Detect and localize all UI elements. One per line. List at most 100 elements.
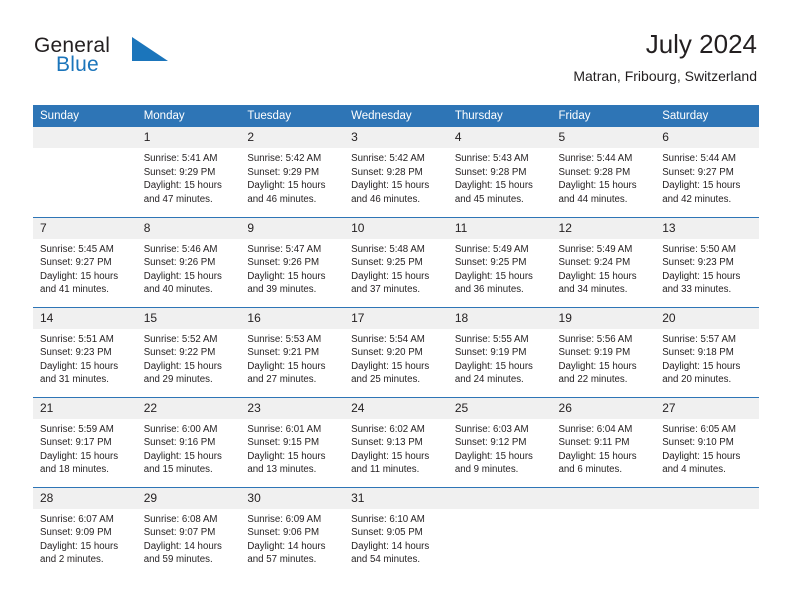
day-number: 2 [240, 127, 345, 148]
calendar-day-cell[interactable]: 22 Sunrise: 6:00 AM Sunset: 9:16 PM Dayl… [136, 396, 241, 487]
calendar-day-cell[interactable]: 10 Sunrise: 5:48 AM Sunset: 9:25 PM Dayl… [344, 216, 448, 307]
calendar-day-cell[interactable]: 26 Sunrise: 6:04 AM Sunset: 9:11 PM Dayl… [551, 396, 656, 487]
calendar-day-cell[interactable]: 25 Sunrise: 6:03 AM Sunset: 9:12 PM Dayl… [447, 396, 552, 487]
sunset-text: Sunset: 9:19 PM [558, 347, 631, 359]
calendar-day-cell[interactable]: 6 Sunrise: 5:44 AM Sunset: 9:27 PM Dayli… [655, 127, 759, 217]
daylight-text-line1: Daylight: 15 hours [247, 360, 326, 372]
day-details: Sunrise: 5:46 AM Sunset: 9:26 PM Dayligh… [137, 239, 241, 297]
sunrise-text: Sunrise: 5:54 AM [351, 333, 425, 345]
calendar-day-cell[interactable]: 5 Sunrise: 5:44 AM Sunset: 9:28 PM Dayli… [551, 127, 656, 217]
sunrise-text: Sunrise: 5:49 AM [558, 243, 633, 255]
sunrise-text: Sunrise: 6:01 AM [247, 423, 322, 435]
day-details: Sunrise: 5:45 AM Sunset: 9:27 PM Dayligh… [33, 239, 137, 297]
calendar-day-cell[interactable]: 17 Sunrise: 5:54 AM Sunset: 9:20 PM Dayl… [344, 306, 448, 397]
day-number: 6 [655, 127, 759, 148]
calendar-day-cell[interactable]: 28 Sunrise: 6:07 AM Sunset: 9:09 PM Dayl… [33, 486, 137, 577]
sunset-text: Sunset: 9:29 PM [247, 166, 320, 178]
day-number [551, 487, 656, 509]
sunrise-text: Sunrise: 5:51 AM [40, 333, 114, 345]
daylight-text-line1: Daylight: 15 hours [40, 540, 119, 552]
daylight-text-line2: and 59 minutes. [143, 554, 213, 566]
sunset-text: Sunset: 9:12 PM [454, 437, 527, 449]
day-number: 11 [447, 217, 552, 239]
day-details: Sunrise: 6:10 AM Sunset: 9:05 PM Dayligh… [344, 509, 448, 567]
sunrise-text: Sunrise: 6:04 AM [558, 423, 633, 435]
calendar-day-cell[interactable]: 12 Sunrise: 5:49 AM Sunset: 9:24 PM Dayl… [551, 216, 656, 307]
day-number: 25 [447, 397, 552, 419]
calendar-day-cell[interactable]: 3 Sunrise: 5:42 AM Sunset: 9:28 PM Dayli… [344, 127, 448, 217]
calendar-day-cell[interactable]: 4 Sunrise: 5:43 AM Sunset: 9:28 PM Dayli… [447, 127, 552, 217]
calendar-day-cell[interactable]: 9 Sunrise: 5:47 AM Sunset: 9:26 PM Dayli… [240, 216, 345, 307]
day-details: Sunrise: 6:05 AM Sunset: 9:10 PM Dayligh… [655, 419, 759, 477]
general-blue-logo[interactable]: General Blue [34, 34, 254, 86]
day-number: 26 [551, 397, 656, 419]
calendar-day-cell[interactable]: 14 Sunrise: 5:51 AM Sunset: 9:23 PM Dayl… [33, 306, 137, 397]
daylight-text-line2: and 37 minutes. [351, 284, 421, 296]
calendar-week-row: 28 Sunrise: 6:07 AM Sunset: 9:09 PM Dayl… [33, 486, 759, 577]
calendar-day-cell[interactable] [551, 486, 656, 577]
daylight-text-line2: and 36 minutes. [454, 284, 524, 296]
calendar-day-cell[interactable]: 30 Sunrise: 6:09 AM Sunset: 9:06 PM Dayl… [240, 486, 345, 577]
calendar-week-row: 1 Sunrise: 5:41 AM Sunset: 9:29 PM Dayli… [33, 127, 759, 217]
calendar-day-cell[interactable]: 18 Sunrise: 5:55 AM Sunset: 9:19 PM Dayl… [447, 306, 552, 397]
daylight-text-line1: Daylight: 15 hours [143, 180, 222, 192]
day-details: Sunrise: 5:42 AM Sunset: 9:28 PM Dayligh… [344, 148, 448, 206]
calendar-day-cell[interactable]: 20 Sunrise: 5:57 AM Sunset: 9:18 PM Dayl… [655, 306, 759, 397]
daylight-text-line2: and 40 minutes. [143, 284, 213, 296]
daylight-text-line1: Daylight: 15 hours [662, 360, 741, 372]
sunset-text: Sunset: 9:27 PM [662, 166, 734, 178]
calendar-day-cell[interactable]: 7 Sunrise: 5:45 AM Sunset: 9:27 PM Dayli… [33, 216, 137, 307]
sunset-text: Sunset: 9:21 PM [247, 347, 320, 359]
calendar-day-cell[interactable]: 19 Sunrise: 5:56 AM Sunset: 9:19 PM Dayl… [551, 306, 656, 397]
sunset-text: Sunset: 9:29 PM [143, 166, 216, 178]
daylight-text-line2: and 25 minutes. [351, 374, 421, 386]
day-details: Sunrise: 5:51 AM Sunset: 9:23 PM Dayligh… [33, 329, 137, 387]
daylight-text-line2: and 34 minutes. [558, 284, 628, 296]
day-number: 8 [136, 217, 241, 239]
calendar-day-cell[interactable]: 2 Sunrise: 5:42 AM Sunset: 9:29 PM Dayli… [240, 127, 345, 217]
calendar-day-cell[interactable] [655, 486, 759, 577]
daylight-text-line1: Daylight: 15 hours [351, 270, 430, 282]
sunrise-text: Sunrise: 5:52 AM [143, 333, 218, 345]
calendar-day-cell[interactable]: 11 Sunrise: 5:49 AM Sunset: 9:25 PM Dayl… [447, 216, 552, 307]
calendar-day-cell[interactable]: 13 Sunrise: 5:50 AM Sunset: 9:23 PM Dayl… [655, 216, 759, 307]
sunset-text: Sunset: 9:18 PM [662, 347, 734, 359]
day-number [447, 487, 552, 509]
daylight-text-line1: Daylight: 15 hours [662, 180, 741, 192]
sunrise-text: Sunrise: 6:09 AM [247, 513, 322, 525]
calendar-day-cell[interactable]: 21 Sunrise: 5:59 AM Sunset: 9:17 PM Dayl… [33, 396, 137, 487]
calendar-day-cell[interactable]: 24 Sunrise: 6:02 AM Sunset: 9:13 PM Dayl… [344, 396, 448, 487]
calendar-day-cell[interactable]: 15 Sunrise: 5:52 AM Sunset: 9:22 PM Dayl… [136, 306, 241, 397]
daylight-text-line1: Daylight: 15 hours [558, 450, 637, 462]
calendar-day-cell[interactable]: 8 Sunrise: 5:46 AM Sunset: 9:26 PM Dayli… [136, 216, 241, 307]
calendar-day-cell[interactable]: 23 Sunrise: 6:01 AM Sunset: 9:15 PM Dayl… [240, 396, 345, 487]
daylight-text-line2: and 18 minutes. [40, 464, 109, 476]
day-details: Sunrise: 5:49 AM Sunset: 9:25 PM Dayligh… [448, 239, 552, 297]
location-subtitle: Matran, Fribourg, Switzerland [573, 68, 757, 84]
calendar-day-cell[interactable]: 31 Sunrise: 6:10 AM Sunset: 9:05 PM Dayl… [344, 486, 448, 577]
sunset-text: Sunset: 9:25 PM [454, 257, 527, 269]
daylight-text-line1: Daylight: 15 hours [351, 180, 430, 192]
daylight-text-line1: Daylight: 15 hours [40, 270, 119, 282]
sunrise-text: Sunrise: 6:07 AM [40, 513, 114, 525]
day-details: Sunrise: 5:52 AM Sunset: 9:22 PM Dayligh… [137, 329, 241, 387]
calendar-day-cell[interactable]: 27 Sunrise: 6:05 AM Sunset: 9:10 PM Dayl… [655, 396, 759, 487]
triangle-logo-icon [132, 37, 168, 61]
calendar-day-cell[interactable] [33, 127, 137, 217]
daylight-text-line2: and 33 minutes. [662, 284, 732, 296]
daylight-text-line2: and 2 minutes. [40, 554, 104, 566]
sunrise-text: Sunrise: 6:10 AM [351, 513, 425, 525]
calendar-day-cell[interactable]: 1 Sunrise: 5:41 AM Sunset: 9:29 PM Dayli… [136, 127, 241, 217]
calendar-day-cell[interactable]: 29 Sunrise: 6:08 AM Sunset: 9:07 PM Dayl… [136, 486, 241, 577]
sunset-text: Sunset: 9:23 PM [40, 347, 112, 359]
weekday-header-sunday: Sunday [33, 105, 137, 127]
calendar-day-cell[interactable] [447, 486, 552, 577]
daylight-text-line1: Daylight: 15 hours [247, 180, 326, 192]
day-number: 28 [33, 487, 137, 509]
sunrise-text: Sunrise: 5:43 AM [454, 153, 529, 164]
sunrise-text: Sunrise: 5:45 AM [40, 243, 114, 255]
daylight-text-line1: Daylight: 15 hours [143, 270, 222, 282]
day-details [655, 509, 759, 513]
calendar-day-cell[interactable]: 16 Sunrise: 5:53 AM Sunset: 9:21 PM Dayl… [240, 306, 345, 397]
day-details [33, 148, 137, 152]
